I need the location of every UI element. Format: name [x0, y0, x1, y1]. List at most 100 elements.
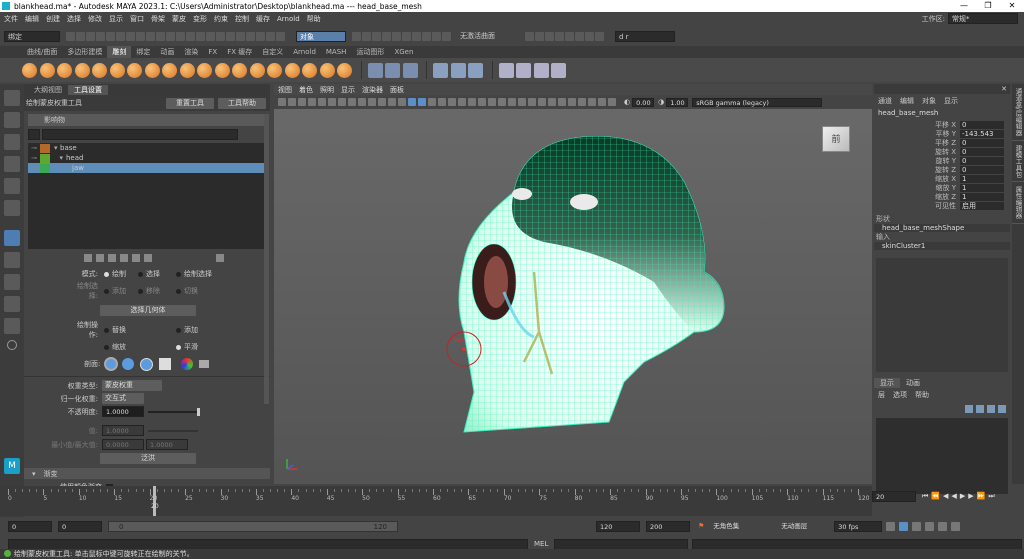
maximize-button[interactable]: ❐ — [976, 0, 1000, 12]
viewport-tool-icon[interactable] — [418, 98, 426, 106]
side-tab-0[interactable]: 通道盒/层编辑器 — [1012, 84, 1024, 141]
viewport-tool-icon[interactable] — [428, 98, 436, 106]
menu-9[interactable]: 变形 — [193, 14, 207, 24]
viewport-tool-icon[interactable] — [498, 98, 506, 106]
viewport-menu-2[interactable]: 照明 — [320, 85, 334, 95]
viewport-tool-icon[interactable] — [578, 98, 586, 106]
viewport-tool-icon[interactable] — [488, 98, 496, 106]
profile-gaussian-icon[interactable] — [104, 357, 119, 371]
tab-tool-settings[interactable]: 工具设置 — [68, 84, 108, 95]
playback-button-icon[interactable]: ⏭ — [988, 492, 994, 501]
sculpt-brush-icon[interactable] — [214, 62, 230, 78]
layout-two-icon[interactable] — [4, 274, 20, 290]
freeze-tool-icon[interactable] — [551, 62, 566, 78]
lock-icon[interactable]: ⊸ — [28, 144, 40, 152]
menu-7[interactable]: 骨架 — [151, 14, 165, 24]
shelf-tab-12[interactable]: XGen — [389, 46, 418, 58]
normalize-weights-dropdown[interactable]: 交互式 — [102, 393, 144, 404]
status-tool-icon[interactable] — [246, 31, 255, 41]
viewport-menu-3[interactable]: 显示 — [341, 85, 355, 95]
viewport-tool-icon[interactable] — [448, 98, 456, 106]
shelf-tab-7[interactable]: FX 缓存 — [222, 46, 257, 58]
tab-outliner[interactable]: 大纲视图 — [28, 85, 68, 95]
sculpt-brush-icon[interactable] — [197, 62, 212, 78]
paint-select-toggle-radio[interactable]: 切换 — [176, 286, 198, 296]
mesh-tool-icon[interactable] — [468, 62, 483, 78]
range-tool-icon[interactable] — [938, 521, 948, 531]
sculpt-brush-icon[interactable] — [144, 62, 160, 78]
layout-split-icon[interactable] — [4, 296, 20, 312]
menu-14[interactable]: 帮助 — [307, 14, 321, 24]
status-tool-icon[interactable] — [565, 31, 574, 41]
sculpt-brush-icon[interactable] — [267, 62, 282, 78]
playback-end-field[interactable]: 120 — [596, 520, 640, 532]
sculpt-brush-icon[interactable] — [39, 62, 55, 78]
status-tool-icon[interactable] — [266, 31, 275, 41]
menu-0[interactable]: 文件 — [4, 14, 18, 24]
select-geometry-button[interactable]: 选择几何体 — [100, 305, 196, 316]
sculpt-brush-icon[interactable] — [57, 62, 72, 78]
status-tool-icon[interactable] — [126, 31, 135, 41]
layer-tab-0[interactable]: 显示 — [874, 378, 900, 388]
filter-icon[interactable] — [28, 129, 40, 140]
status-tool-icon[interactable] — [256, 31, 265, 41]
viewport-tool-icon[interactable] — [478, 98, 486, 106]
viewport-tool-icon[interactable] — [408, 98, 416, 106]
influence-row[interactable]: ⊸ ▾ head — [28, 153, 266, 163]
viewport-tool-icon[interactable] — [318, 98, 326, 106]
select-tool-icon[interactable] — [4, 90, 20, 106]
channelbox-menu-0[interactable]: 通道 — [878, 96, 892, 106]
status-tool-icon[interactable] — [595, 31, 604, 41]
attribute-value[interactable]: 1 — [960, 174, 1004, 183]
anim-end-field[interactable]: 200 — [646, 520, 690, 532]
menu-13[interactable]: Arnold — [277, 15, 300, 23]
viewport-tool-icon[interactable] — [308, 98, 316, 106]
view-cube[interactable]: 前 — [822, 126, 850, 152]
viewport-tool-icon[interactable] — [388, 98, 396, 106]
opacity-field[interactable]: 1.0000 — [102, 406, 144, 417]
menu-6[interactable]: 窗口 — [130, 14, 144, 24]
op-add-radio[interactable]: 添加 — [176, 325, 198, 335]
sculpt-tool-icon[interactable] — [385, 62, 400, 78]
command-input[interactable] — [8, 538, 528, 550]
influence-action-icon[interactable] — [144, 254, 152, 262]
opacity-slider-handle[interactable] — [197, 407, 200, 416]
layer-menu-0[interactable]: 层 — [878, 390, 885, 400]
status-tool-icon[interactable] — [156, 31, 165, 41]
sculpt-tool-icon[interactable] — [367, 62, 383, 78]
mode-paint-radio[interactable]: 绘制 — [104, 269, 138, 279]
channelbox-menu-1[interactable]: 编辑 — [900, 96, 914, 106]
shelf-tab-2[interactable]: 雕刻 — [107, 46, 132, 58]
gamma-field[interactable]: 1.00 — [666, 97, 689, 107]
status-tool-icon[interactable] — [206, 31, 215, 41]
playback-button-icon[interactable]: ▶ — [960, 492, 965, 500]
menu-5[interactable]: 显示 — [109, 14, 123, 24]
shelf-tab-3[interactable]: 绑定 — [131, 46, 155, 58]
shelf-tab-8[interactable]: 自定义 — [257, 46, 288, 58]
status-tool-icon[interactable] — [412, 31, 421, 41]
menu-set-dropdown[interactable]: 绑定 — [4, 30, 60, 42]
key-icon[interactable]: ⚑ — [698, 522, 704, 530]
influence-action-icon[interactable] — [132, 254, 140, 262]
shelf-tab-5[interactable]: 渲染 — [179, 46, 203, 58]
profile-soft-icon[interactable] — [122, 358, 135, 370]
user-account-field[interactable]: d r — [615, 30, 675, 42]
panel-close-icon[interactable]: ✕ — [1001, 85, 1007, 93]
maya-home-icon[interactable]: M — [4, 458, 20, 474]
status-tool-icon[interactable] — [525, 31, 534, 41]
viewport-tool-icon[interactable] — [458, 98, 466, 106]
status-tool-icon[interactable] — [216, 31, 225, 41]
shelf-tab-9[interactable]: Arnold — [288, 46, 321, 58]
sculpt-brush-icon[interactable] — [319, 62, 335, 78]
status-tool-icon[interactable] — [432, 31, 441, 41]
layer-action-icon[interactable] — [998, 405, 1006, 413]
viewport-tool-icon[interactable] — [378, 98, 386, 106]
viewport-tool-icon[interactable] — [568, 98, 576, 106]
tool-help-button[interactable]: 工具帮助 — [218, 97, 266, 109]
lasso-tool-icon[interactable] — [4, 112, 20, 128]
influence-action-icon[interactable] — [84, 254, 92, 262]
viewport-tool-icon[interactable] — [558, 98, 566, 106]
collapse-arrow-icon[interactable]: ▾ — [32, 470, 36, 478]
mesh-tool-icon[interactable] — [450, 62, 466, 78]
profile-square-icon[interactable] — [159, 358, 172, 370]
